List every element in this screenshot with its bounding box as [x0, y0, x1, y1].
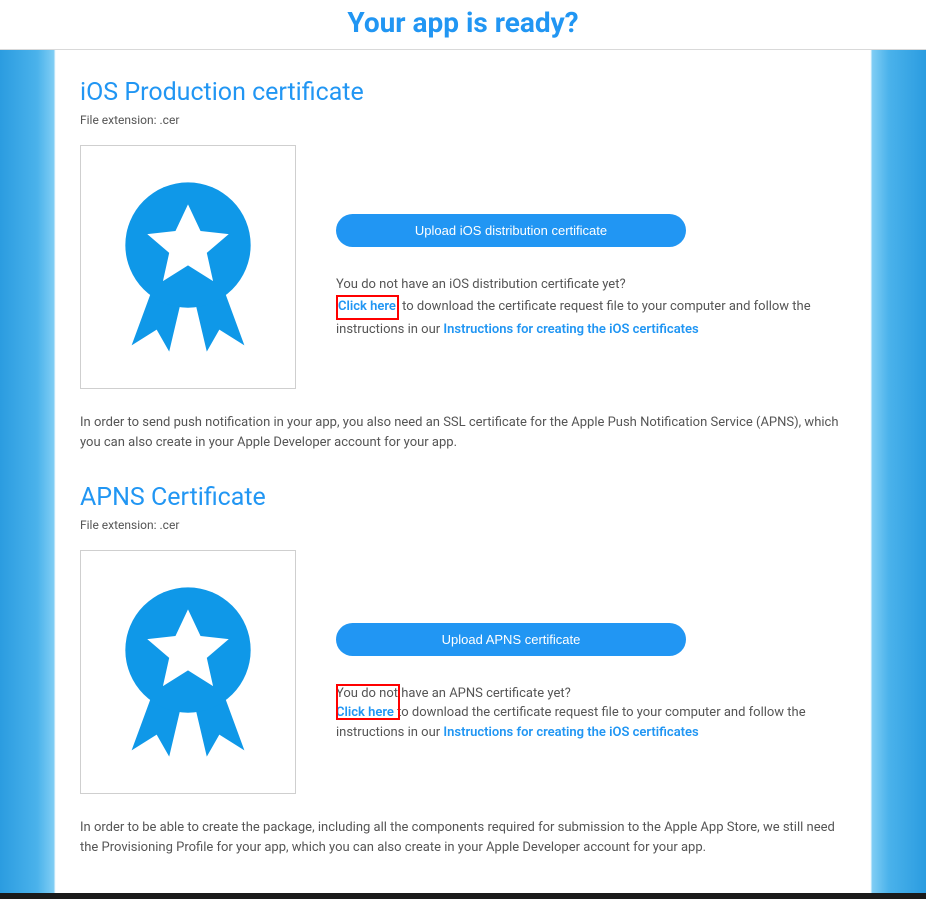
cert-actions-apns: Upload APNS certificate You do not have …: [336, 603, 846, 743]
award-ribbon-icon: [109, 173, 267, 361]
upload-ios-distribution-button[interactable]: Upload iOS distribution certificate: [336, 214, 686, 247]
section-title-apns: APNS Certificate: [80, 483, 846, 512]
click-here-link[interactable]: Click here: [338, 299, 396, 314]
section-title-ios-prod: iOS Production certificate: [80, 78, 846, 107]
help-text-apns: You do not have an APNS certificate yet?…: [336, 684, 846, 743]
file-extension-label: File extension: .cer: [80, 113, 846, 127]
cert-row-ios-prod: Upload iOS distribution certificate You …: [80, 145, 846, 389]
ios-prod-after-paragraph: In order to send push notification in yo…: [80, 413, 846, 453]
certificate-placeholder-apns: [80, 550, 296, 794]
cert-row-apns: Upload APNS certificate You do not have …: [80, 550, 846, 794]
click-here-highlight-box: Click here: [336, 295, 399, 321]
instructions-link[interactable]: Instructions for creating the iOS certif…: [443, 322, 698, 337]
help-question: You do not have an iOS distribution cert…: [336, 277, 626, 292]
page-title: Your app is ready?: [0, 6, 926, 39]
apns-after-paragraph: In order to be able to create the packag…: [80, 818, 846, 858]
file-extension-label-apns: File extension: .cer: [80, 518, 846, 532]
upload-apns-button[interactable]: Upload APNS certificate: [336, 623, 686, 656]
click-here-link-apns[interactable]: Click here: [336, 705, 394, 720]
award-ribbon-icon: [109, 578, 267, 766]
main-content: iOS Production certificate File extensio…: [56, 50, 870, 899]
footer-bar: [0, 893, 926, 899]
page-header: Your app is ready?: [0, 0, 926, 50]
help-question-pre: You do not: [336, 686, 401, 701]
instructions-link-apns[interactable]: Instructions for creating the iOS certif…: [443, 725, 698, 740]
help-text-ios: You do not have an iOS distribution cert…: [336, 275, 846, 340]
certificate-placeholder-ios: [80, 145, 296, 389]
cert-actions-ios: Upload iOS distribution certificate You …: [336, 194, 846, 340]
help-question-boxed: have an APNS certificate yet?: [401, 686, 571, 701]
